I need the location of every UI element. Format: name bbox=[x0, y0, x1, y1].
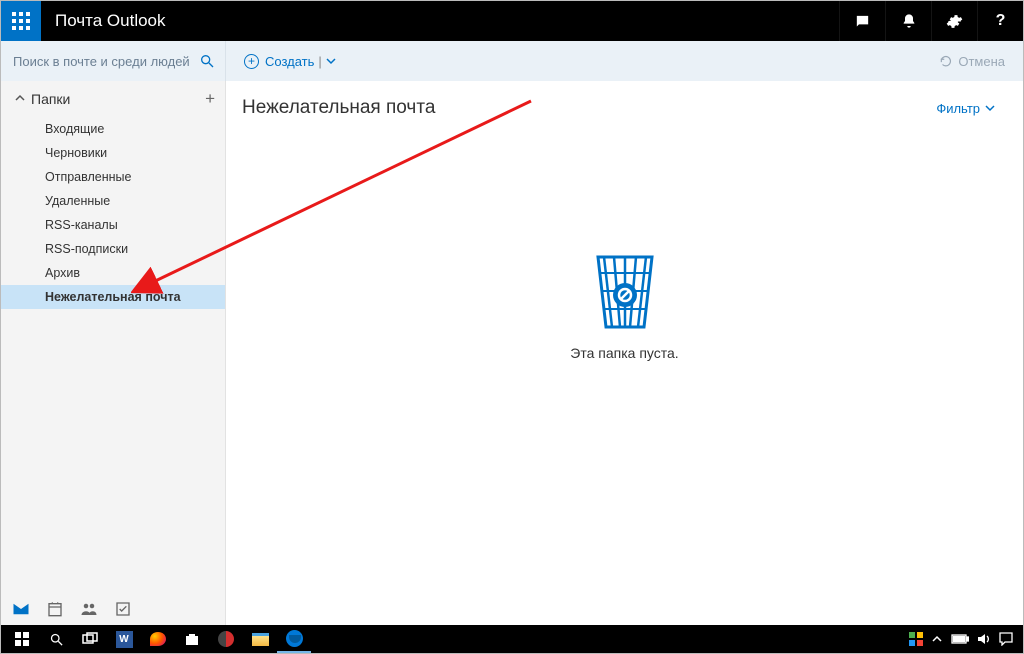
search-input[interactable] bbox=[13, 54, 199, 69]
undo-label: Отмена bbox=[958, 54, 1005, 69]
nav-tasks-button[interactable] bbox=[113, 599, 133, 619]
empty-message: Эта папка пуста. bbox=[570, 345, 678, 361]
word-icon: W bbox=[116, 631, 133, 648]
empty-state: Эта папка пуста. bbox=[226, 251, 1023, 361]
task-view-icon bbox=[82, 632, 98, 646]
folder-list: Входящие Черновики Отправленные Удаленны… bbox=[1, 117, 225, 309]
store-icon bbox=[184, 631, 200, 647]
main-content: Нежелательная почта Фильтр bbox=[226, 81, 1023, 625]
taskbar-explorer-button[interactable] bbox=[243, 625, 277, 653]
nav-mail-button[interactable] bbox=[11, 599, 31, 619]
taskbar-search-button[interactable] bbox=[39, 625, 73, 653]
app-title: Почта Outlook bbox=[55, 11, 839, 31]
taskbar-ccleaner-button[interactable] bbox=[209, 625, 243, 653]
separator: | bbox=[318, 54, 321, 69]
gear-icon bbox=[946, 13, 963, 30]
bell-icon bbox=[901, 13, 917, 29]
undo-button[interactable]: Отмена bbox=[939, 54, 1005, 69]
app-launcher-button[interactable] bbox=[1, 1, 41, 41]
chevron-down-icon bbox=[985, 103, 995, 113]
create-label: Создать bbox=[265, 54, 314, 69]
calendar-icon bbox=[47, 601, 63, 617]
ccleaner-icon bbox=[218, 631, 234, 647]
filter-button[interactable]: Фильтр bbox=[936, 101, 995, 116]
nav-calendar-button[interactable] bbox=[45, 599, 65, 619]
folder-item-junk[interactable]: Нежелательная почта bbox=[1, 285, 225, 309]
mail-icon bbox=[12, 602, 30, 616]
action-center-icon[interactable] bbox=[999, 632, 1013, 646]
folders-label: Папки bbox=[31, 91, 205, 107]
chevron-up-icon bbox=[15, 92, 25, 106]
windows-icon bbox=[15, 632, 29, 646]
folder-item-rss-channels[interactable]: RSS-каналы bbox=[1, 213, 225, 237]
folder-item-sent[interactable]: Отправленные bbox=[1, 165, 225, 189]
help-button[interactable]: ? bbox=[977, 1, 1023, 41]
chevron-down-icon[interactable] bbox=[326, 56, 336, 66]
waffle-icon bbox=[12, 12, 30, 30]
toolbar: + Создать | Отмена bbox=[1, 41, 1023, 81]
edge-icon bbox=[286, 630, 303, 647]
settings-button[interactable] bbox=[931, 1, 977, 41]
people-icon bbox=[80, 601, 98, 617]
tasks-icon bbox=[115, 601, 131, 617]
taskbar-paint-button[interactable] bbox=[141, 625, 175, 653]
chat-button[interactable] bbox=[839, 1, 885, 41]
folder-item-inbox[interactable]: Входящие bbox=[1, 117, 225, 141]
app-header: Почта Outlook ? bbox=[1, 1, 1023, 41]
add-folder-button[interactable]: + bbox=[205, 89, 215, 109]
search-icon bbox=[49, 632, 64, 647]
start-button[interactable] bbox=[5, 625, 39, 653]
action-bar: + Создать | Отмена bbox=[226, 41, 1023, 81]
notifications-button[interactable] bbox=[885, 1, 931, 41]
undo-icon bbox=[939, 54, 953, 68]
chat-icon bbox=[854, 13, 871, 30]
sidebar: Папки + Входящие Черновики Отправленные … bbox=[1, 81, 226, 625]
folder-item-archive[interactable]: Архив bbox=[1, 261, 225, 285]
help-icon: ? bbox=[996, 12, 1006, 30]
tray-chevron-icon[interactable] bbox=[931, 633, 943, 645]
paint-icon bbox=[150, 632, 166, 646]
taskbar-edge-button[interactable] bbox=[277, 625, 311, 653]
task-view-button[interactable] bbox=[73, 625, 107, 653]
windows-taskbar: W bbox=[1, 625, 1023, 653]
filter-label: Фильтр bbox=[936, 101, 980, 116]
page-title: Нежелательная почта bbox=[242, 97, 435, 119]
folder-icon bbox=[252, 633, 269, 646]
volume-icon[interactable] bbox=[977, 632, 991, 646]
folder-item-rss-subs[interactable]: RSS-подписки bbox=[1, 237, 225, 261]
folder-item-drafts[interactable]: Черновики bbox=[1, 141, 225, 165]
empty-trash-icon bbox=[592, 251, 658, 331]
create-button[interactable]: + Создать | bbox=[244, 54, 336, 69]
taskbar-store-button[interactable] bbox=[175, 625, 209, 653]
search-icon[interactable] bbox=[199, 53, 215, 69]
taskbar-tray bbox=[909, 632, 1023, 646]
security-icon[interactable] bbox=[909, 632, 923, 646]
plus-circle-icon: + bbox=[244, 54, 259, 69]
folder-item-deleted[interactable]: Удаленные bbox=[1, 189, 225, 213]
nav-people-button[interactable] bbox=[79, 599, 99, 619]
battery-icon[interactable] bbox=[951, 634, 969, 644]
sidebar-bottom-nav bbox=[1, 593, 225, 625]
search-box[interactable] bbox=[1, 41, 226, 81]
taskbar-word-button[interactable]: W bbox=[107, 625, 141, 653]
folders-header[interactable]: Папки + bbox=[1, 81, 225, 117]
